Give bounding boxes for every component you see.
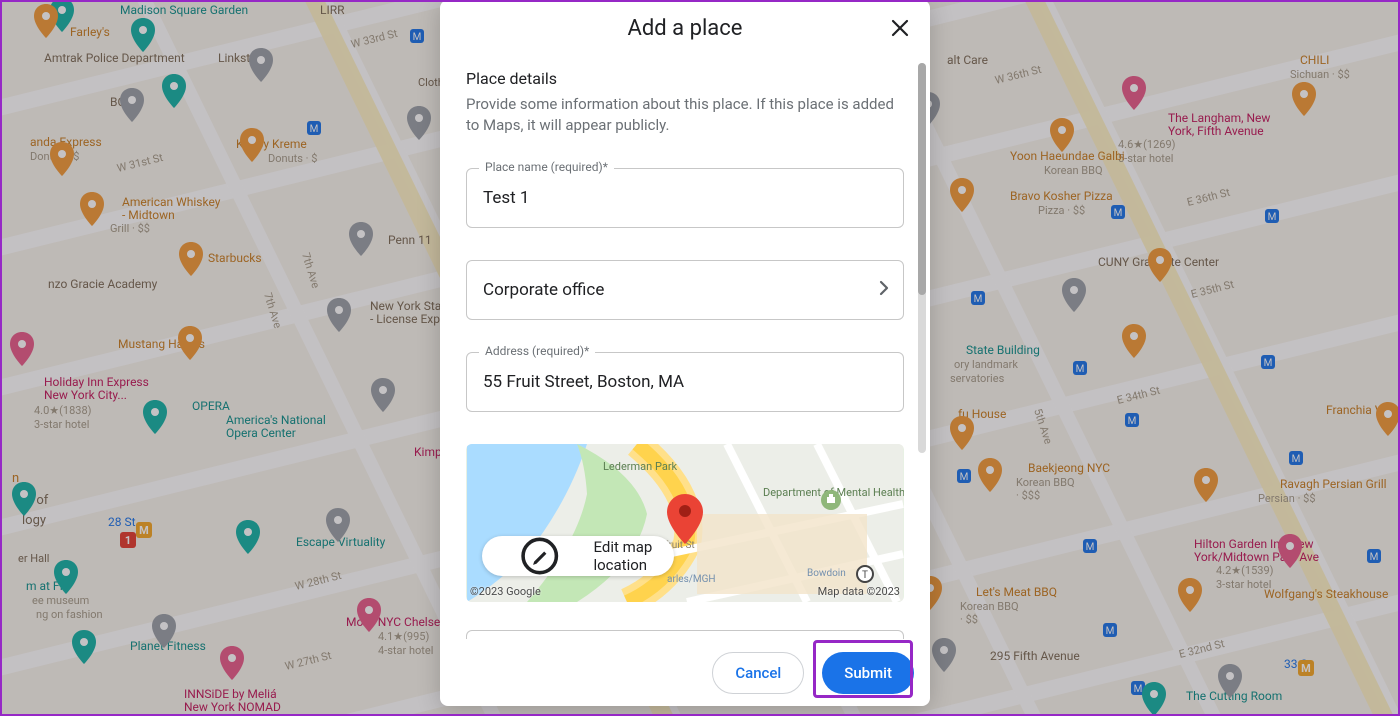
cancel-button[interactable]: Cancel	[712, 652, 804, 694]
section-title: Place details	[466, 69, 904, 88]
place-name-label: Place name (required)*	[479, 160, 614, 174]
location-map-preview[interactable]: Lederman Park Department of Mental Healt…	[466, 444, 904, 602]
dialog-footer: Cancel Submit	[440, 639, 930, 706]
mini-map-area1-label: arles/MGH	[667, 574, 716, 585]
address-label: Address (required)*	[479, 344, 595, 358]
category-field[interactable]: Corporate office	[466, 260, 904, 320]
edit-icon	[494, 536, 585, 576]
address-field[interactable]: Address (required)*	[466, 352, 904, 412]
address-input[interactable]	[483, 372, 887, 392]
dialog-header: Add a place	[440, 0, 930, 57]
edit-map-location-button[interactable]: Edit map location	[482, 536, 674, 576]
edit-location-label: Edit map location	[593, 538, 658, 574]
add-place-dialog: Add a place Place details Provide some i…	[440, 0, 930, 706]
close-button[interactable]	[886, 14, 914, 42]
map-copyright: ©2023 Google	[470, 585, 541, 598]
scrollbar-thumb[interactable]	[918, 63, 926, 295]
close-icon	[891, 19, 909, 37]
place-name-input[interactable]	[483, 188, 887, 208]
place-name-field[interactable]: Place name (required)*	[466, 168, 904, 228]
mini-map-area2-label: Bowdoin	[807, 568, 846, 579]
map-data-attribution: Map data ©2023	[818, 585, 900, 598]
svg-text:T: T	[862, 570, 868, 581]
section-description: Provide some information about this plac…	[466, 94, 904, 136]
dialog-body: Place details Provide some information a…	[440, 57, 930, 639]
category-value: Corporate office	[483, 280, 887, 300]
submit-button[interactable]: Submit	[822, 652, 914, 694]
mini-map-park-label: Lederman Park	[603, 460, 678, 473]
chevron-right-icon	[879, 280, 889, 300]
next-field-peek	[466, 630, 904, 639]
dialog-title: Add a place	[628, 16, 743, 41]
